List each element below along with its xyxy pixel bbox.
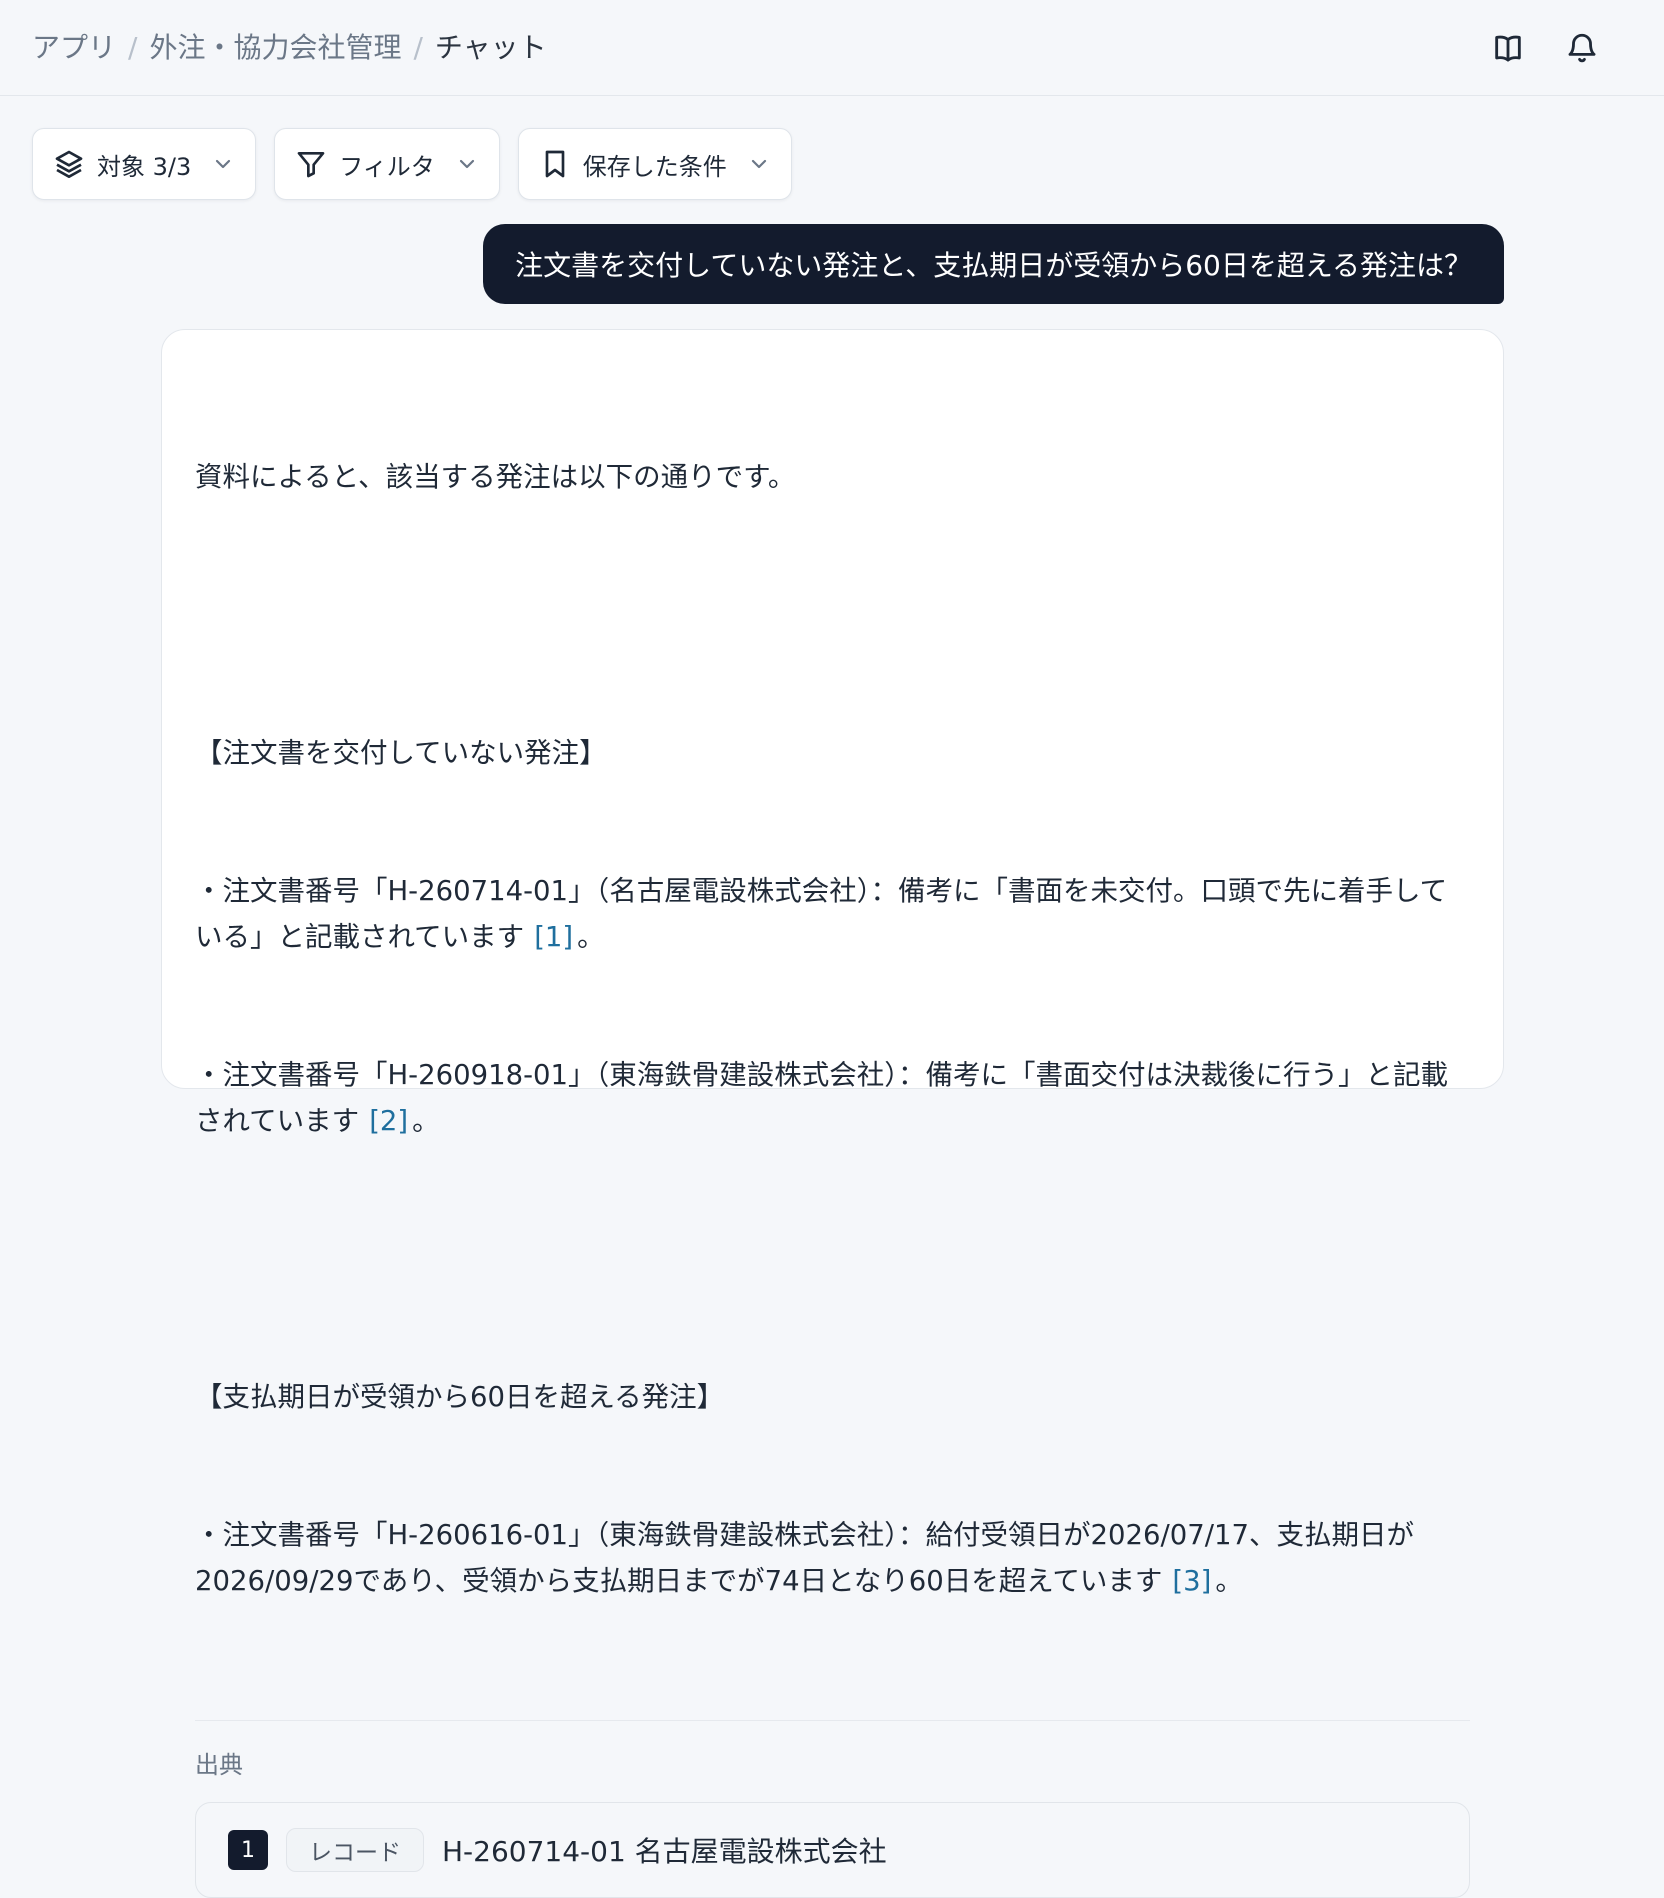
saved-conditions-label: 保存した条件 <box>582 152 727 181</box>
answer-item: ・注文書番号「H-260714-01」（名古屋電設株式会社）：備考に「書面を未交… <box>195 868 1470 960</box>
source-title: H-260714-01 名古屋電設株式会社 <box>442 1835 887 1868</box>
book-open-icon[interactable] <box>1490 30 1526 66</box>
breadcrumb-separator: / <box>413 31 423 64</box>
answer-item: ・注文書番号「H-260918-01」（東海鉄骨建設株式会社）：備考に「書面交付… <box>195 1052 1470 1144</box>
section-heading-no-document: 【注文書を交付していない発注】 <box>195 737 607 769</box>
answer-period: 。 <box>577 921 605 953</box>
target-dropdown[interactable]: 対象 3/3 <box>32 128 257 200</box>
bookmark-icon <box>545 150 565 178</box>
chevron-down-icon <box>459 159 474 169</box>
saved-conditions-dropdown[interactable]: 保存した条件 <box>517 128 792 200</box>
divider <box>195 1720 1470 1721</box>
answer-item: ・注文書番号「H-260616-01」（東海鉄骨建設株式会社）：給付受領日が20… <box>195 1512 1470 1604</box>
source-type-tag: レコード <box>286 1828 424 1872</box>
citation-link[interactable]: [2] <box>369 1105 408 1137</box>
layers-icon <box>55 150 83 178</box>
filter-dropdown[interactable]: フィルタ <box>274 128 500 200</box>
assistant-answer-card: 資料によると、該当する発注は以下の通りです。 【注文書を交付していない発注】 ・… <box>161 329 1504 1898</box>
bell-icon[interactable] <box>1564 30 1600 66</box>
header-actions <box>1490 30 1600 66</box>
breadcrumb-chat: チャット <box>434 31 547 64</box>
citation-link[interactable]: [1] <box>534 921 573 953</box>
filter-toolbar: 対象 3/3 フィルタ 保存した条件 <box>32 128 792 200</box>
breadcrumb-apps[interactable]: アプリ <box>32 28 116 68</box>
filter-icon <box>297 152 325 178</box>
user-message-bubble: 注文書を交付していない発注と、支払期日が受領から60日を超える発注は？ <box>483 224 1504 304</box>
sources-label: 出典 <box>195 1751 243 1779</box>
breadcrumb-outsourcing[interactable]: 外注・協力会社管理 <box>149 28 401 68</box>
section-heading-payment-over-60-days: 【支払期日が受領から60日を超える発注】 <box>195 1381 725 1413</box>
breadcrumb-separator: / <box>128 31 138 64</box>
target-label: 対象 3/3 <box>97 152 192 181</box>
chevron-down-icon <box>751 159 766 169</box>
answer-period: 。 <box>412 1105 440 1137</box>
breadcrumb: アプリ / 外注・協力会社管理 / チャット <box>32 28 547 68</box>
citation-link[interactable]: [3] <box>1172 1565 1211 1597</box>
source-number-badge: 1 <box>228 1830 268 1870</box>
answer-intro: 資料によると、該当する発注は以下の通りです。 <box>195 461 796 493</box>
answer-item-text: ・注文書番号「H-260714-01」（名古屋電設株式会社）：備考に「書面を未交… <box>195 875 1448 953</box>
chevron-down-icon <box>216 159 231 169</box>
answer-body: 資料によると、該当する発注は以下の通りです。 【注文書を交付していない発注】 ・… <box>195 362 1470 1696</box>
filter-label: フィルタ <box>339 152 435 181</box>
top-bar: アプリ / 外注・協力会社管理 / チャット <box>0 0 1664 96</box>
answer-period: 。 <box>1215 1565 1243 1597</box>
source-card[interactable]: 1 レコード H-260714-01 名古屋電設株式会社 <box>195 1802 1470 1898</box>
